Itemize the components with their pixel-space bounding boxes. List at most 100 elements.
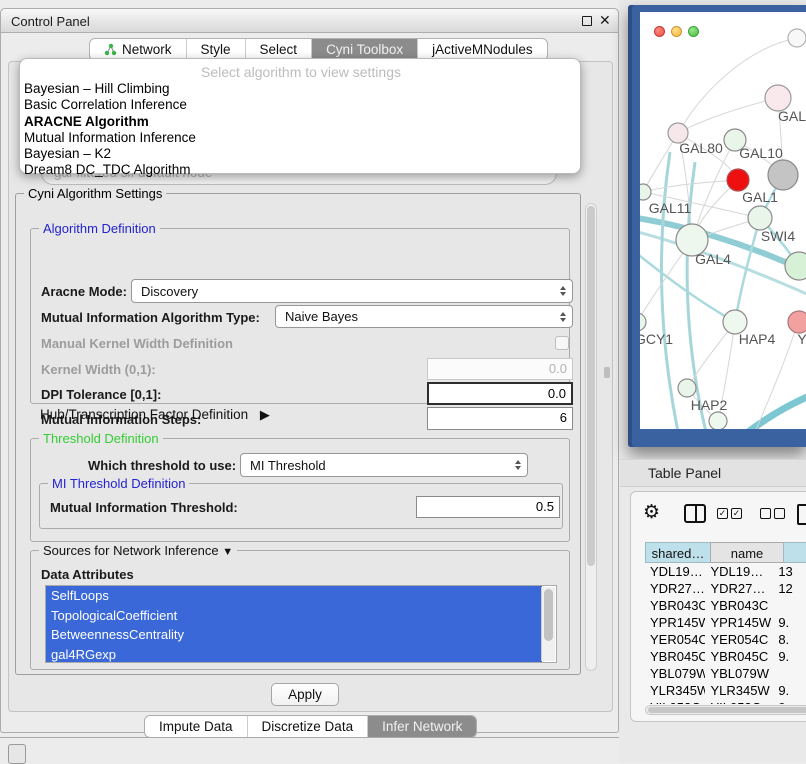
- stepper-icon: [556, 286, 572, 296]
- algorithm-option[interactable]: Bayesian – Hill Climbing: [22, 81, 580, 97]
- tab-label: Discretize Data: [262, 719, 354, 734]
- tab-impute-data[interactable]: Impute Data: [145, 716, 248, 737]
- table-row[interactable]: YBL079WYBL079W: [645, 665, 806, 682]
- node-label: GAL4: [695, 251, 731, 267]
- threshold-definition-group: Threshold Definition Which threshold to …: [30, 438, 570, 542]
- network-node-hap2[interactable]: [678, 379, 696, 397]
- scrollbar-thumb[interactable]: [544, 589, 553, 641]
- table-cell: YBL079W: [705, 665, 773, 682]
- import-table-icon[interactable]: [797, 504, 806, 525]
- close-traffic-light-icon[interactable]: [654, 26, 665, 37]
- table-cell: YPR145W: [645, 614, 705, 631]
- table-row[interactable]: YIL052CYIL052C9: [645, 699, 806, 704]
- network-canvas[interactable]: GALGAL80GAL10GAL1GAL11GAL4SWI4GCY1HAP4YH…: [640, 12, 806, 429]
- select-all-columns-icon[interactable]: ✓✓: [717, 508, 742, 519]
- table-row[interactable]: YBR045CYBR045C9.: [645, 648, 806, 665]
- control-panel-titlebar: Control Panel ✕: [1, 9, 618, 33]
- columns-icon[interactable]: [684, 504, 706, 523]
- table-row[interactable]: YLR345WYLR345W9.: [645, 682, 806, 699]
- mi-threshold-field[interactable]: 0.5: [416, 496, 560, 518]
- control-panel-window: Control Panel ✕ Network Style Select Cyn…: [0, 8, 619, 733]
- tab-label: Impute Data: [159, 719, 233, 734]
- mi-algo-type-combo[interactable]: Naive Bayes: [275, 305, 573, 328]
- network-node-gal11[interactable]: [640, 184, 651, 200]
- tab-jactivemnodules[interactable]: jActiveMNodules: [418, 39, 547, 60]
- attribute-item[interactable]: gal4RGexp: [46, 645, 542, 664]
- hub-definition-toggle[interactable]: Hub/Transcription Factor Definition ▶: [40, 407, 270, 423]
- column-header-partial[interactable]: A: [783, 542, 806, 563]
- gear-icon[interactable]: ⚙: [643, 504, 660, 522]
- minimize-traffic-light-icon[interactable]: [671, 26, 682, 37]
- tab-select[interactable]: Select: [246, 39, 313, 60]
- network-graph: GALGAL80GAL10GAL1GAL11GAL4SWI4GCY1HAP4YH…: [640, 12, 806, 429]
- algorithm-option[interactable]: Basic Correlation Inference: [22, 97, 580, 113]
- table-cell: 9.: [773, 614, 806, 631]
- scrollbar-thumb[interactable]: [648, 707, 806, 713]
- column-header-shared-name[interactable]: shared…: [645, 542, 711, 563]
- table-row[interactable]: YBR043CYBR043C: [645, 597, 806, 614]
- attribute-item[interactable]: BetweennessCentrality: [46, 625, 542, 645]
- network-node-gal1[interactable]: [748, 206, 772, 230]
- node-table: shared… name A YDL19…YDL19…13YDR27…YDR27…: [645, 542, 806, 704]
- network-node-swi4[interactable]: [785, 252, 806, 280]
- kernel-width-field[interactable]: 0.0: [427, 358, 573, 380]
- dpi-tolerance-field[interactable]: 0.0: [427, 382, 573, 405]
- algorithm-definition-group: Algorithm Definition Aracne Mode: Discov…: [30, 228, 570, 404]
- tab-infer-network[interactable]: Infer Network: [368, 716, 476, 737]
- float-window-icon[interactable]: [582, 16, 592, 26]
- table-row[interactable]: YDR27…YDR27…12: [645, 580, 806, 597]
- tab-label: Cyni Toolbox: [326, 42, 403, 57]
- table-row[interactable]: YPR145WYPR145W9.: [645, 614, 806, 631]
- mi-steps-field[interactable]: 6: [427, 407, 573, 430]
- table-row[interactable]: YER054CYER054C8.: [645, 631, 806, 648]
- which-threshold-combo[interactable]: MI Threshold: [240, 453, 528, 477]
- settings-scrollbar[interactable]: [585, 203, 597, 671]
- network-node-y[interactable]: [788, 311, 806, 333]
- apply-button[interactable]: Apply: [271, 683, 339, 706]
- table-cell: YBL079W: [645, 665, 705, 682]
- manual-kernel-checkbox[interactable]: [555, 336, 569, 350]
- tab-style[interactable]: Style: [187, 39, 246, 60]
- close-window-icon[interactable]: ✕: [599, 12, 611, 29]
- table-hscrollbar[interactable]: [645, 705, 806, 715]
- algorithm-option[interactable]: ARACNE Algorithm: [22, 114, 580, 130]
- table-cell: YIL052C: [705, 699, 773, 704]
- splitter-handle-icon[interactable]: [604, 367, 610, 378]
- table-cell: 9: [773, 699, 806, 704]
- panel-corner-button[interactable]: [8, 744, 26, 764]
- tab-cyni-toolbox[interactable]: Cyni Toolbox: [312, 39, 418, 60]
- node-label: GAL: [778, 108, 806, 124]
- attribute-item[interactable]: TopologicalCoefficient: [46, 606, 542, 626]
- zoom-traffic-light-icon[interactable]: [688, 26, 699, 37]
- scrollbar-thumb[interactable]: [587, 206, 595, 566]
- table-cell: YDR27…: [645, 580, 705, 597]
- stepper-icon: [511, 460, 527, 470]
- tab-network[interactable]: Network: [90, 39, 187, 60]
- sources-title[interactable]: Sources for Network Inference ▼: [39, 543, 237, 558]
- aracne-mode-combo[interactable]: Discovery: [131, 279, 573, 303]
- table-cell: YLR345W: [705, 682, 773, 699]
- expand-right-icon: ▶: [260, 407, 270, 422]
- deselect-all-columns-icon[interactable]: [760, 508, 785, 519]
- node-label: GAL11: [649, 200, 692, 216]
- network-node[interactable]: [788, 29, 806, 47]
- network-node[interactable]: [768, 160, 798, 190]
- network-node-gcy1[interactable]: [640, 313, 646, 331]
- hub-definition-label: Hub/Transcription Factor Definition: [40, 407, 248, 422]
- table-cell: YDR27…: [705, 580, 773, 597]
- combo-value: MI Threshold: [250, 458, 326, 473]
- attributes-scrollbar[interactable]: [541, 587, 555, 661]
- network-node[interactable]: [727, 169, 749, 191]
- node-label: Y: [797, 331, 806, 347]
- table-row[interactable]: YDL19…YDL19…13: [645, 563, 806, 580]
- data-attributes-list: SelfLoopsTopologicalCoefficientBetweenne…: [45, 585, 557, 663]
- algorithm-option[interactable]: Bayesian – K2: [22, 146, 580, 162]
- tab-discretize-data[interactable]: Discretize Data: [248, 716, 369, 737]
- table-cell: YBR045C: [645, 648, 705, 665]
- column-header-name[interactable]: name: [710, 542, 784, 563]
- algorithm-option[interactable]: Mutual Information Inference: [22, 130, 580, 146]
- algorithm-option[interactable]: Dream8 DC_TDC Algorithm: [22, 162, 580, 178]
- network-node[interactable]: [709, 412, 727, 429]
- attribute-item[interactable]: SelfLoops: [46, 586, 542, 606]
- combo-value: Naive Bayes: [285, 309, 358, 324]
